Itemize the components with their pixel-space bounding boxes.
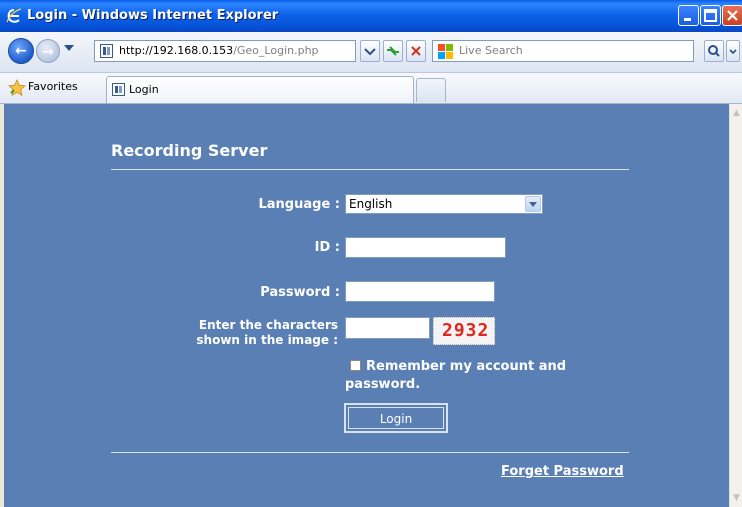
page-icon <box>112 83 125 96</box>
captcha-text: 2932 <box>442 320 490 341</box>
address-url[interactable]: http://192.168.0.153/Geo_Login.php <box>119 44 319 57</box>
close-icon <box>727 10 738 21</box>
maximize-icon <box>704 9 717 22</box>
id-input[interactable] <box>345 237 506 258</box>
page-title: Recording Server <box>111 141 268 160</box>
minimize-button[interactable] <box>678 5 699 26</box>
maximize-button[interactable] <box>700 5 721 26</box>
language-value: English <box>349 197 393 211</box>
stop-icon <box>411 46 421 56</box>
search-placeholder: Live Search <box>459 44 523 57</box>
scroll-down-icon[interactable]: ▼ <box>731 492 742 504</box>
forget-password-link[interactable]: Forget Password <box>501 464 624 479</box>
forward-arrow-icon: → <box>42 44 54 60</box>
url-host: http://192.168.0.153 <box>119 44 234 57</box>
captcha-label: Enter the characters shown in the image … <box>160 318 338 348</box>
chevron-down-icon <box>729 49 737 55</box>
magnifier-icon <box>708 45 720 57</box>
page-content <box>0 104 729 507</box>
internet-explorer-icon <box>6 8 22 23</box>
tab-login[interactable]: Login <box>106 76 414 103</box>
divider <box>111 452 629 453</box>
password-label: Password : <box>260 285 340 300</box>
language-select[interactable]: English <box>345 194 543 214</box>
captcha-input[interactable] <box>345 317 430 339</box>
captcha-label-line-2: shown in the image : <box>196 333 338 347</box>
id-label: ID : <box>314 240 340 255</box>
divider <box>111 169 629 170</box>
new-tab-button[interactable] <box>416 78 446 102</box>
close-window-button[interactable] <box>722 5 742 26</box>
search-options-button[interactable] <box>726 40 740 62</box>
refresh-icon <box>387 46 399 56</box>
captcha-image: 2932 <box>433 317 495 345</box>
window-title: Login - Windows Internet Explorer <box>27 8 279 23</box>
chevron-down-icon[interactable] <box>525 196 541 212</box>
chevron-down-icon <box>364 48 376 56</box>
back-arrow-icon: ← <box>15 43 27 59</box>
stop-button[interactable] <box>406 40 426 62</box>
search-box[interactable]: Live Search <box>432 40 694 62</box>
address-dropdown-button[interactable] <box>360 40 380 62</box>
password-input[interactable] <box>345 281 495 302</box>
remember-label[interactable]: Remember my account and password. <box>345 358 605 394</box>
minimize-icon <box>684 18 691 21</box>
url-path: /Geo_Login.php <box>233 44 319 57</box>
history-dropdown-icon[interactable] <box>64 45 74 51</box>
address-bar[interactable]: http://192.168.0.153/Geo_Login.php <box>94 40 356 62</box>
scroll-up-icon[interactable]: ▲ <box>731 107 742 119</box>
vertical-scrollbar[interactable]: ▲ ▼ <box>729 104 742 507</box>
language-label: Language : <box>258 197 341 212</box>
page-icon <box>100 44 113 58</box>
login-button-label: Login <box>348 407 444 429</box>
captcha-label-line-1: Enter the characters <box>198 318 338 332</box>
search-button[interactable] <box>704 40 724 62</box>
window-title-bar: Login - Windows Internet Explorer <box>0 0 742 32</box>
back-button[interactable]: ← <box>8 38 34 64</box>
login-button[interactable]: Login <box>344 403 448 433</box>
live-search-icon <box>438 44 453 59</box>
favorites-bar: Favorites Login <box>0 73 742 104</box>
navigation-bar: ← → http://192.168.0.153/Geo_Login.php L… <box>0 32 742 73</box>
forward-button[interactable]: → <box>36 39 60 63</box>
favorites-button[interactable]: Favorites <box>28 80 78 93</box>
refresh-button[interactable] <box>383 40 403 62</box>
tab-label: Login <box>129 83 159 96</box>
favorites-star-icon <box>8 79 26 97</box>
